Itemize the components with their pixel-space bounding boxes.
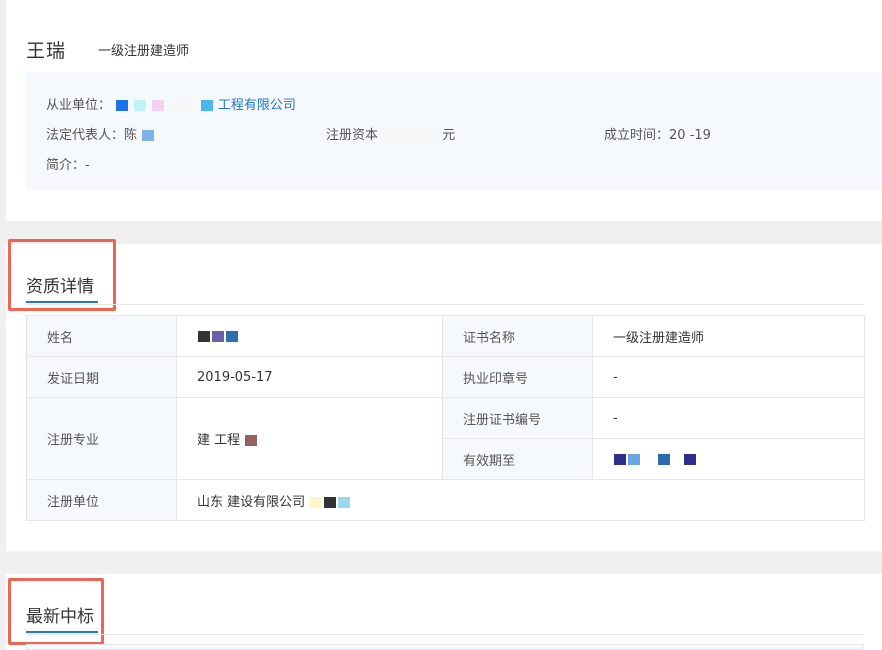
redacted-block [338, 496, 351, 508]
section-divider [26, 634, 864, 635]
intro-value: - [85, 158, 90, 173]
cert-no-label: 注册证书编号 [442, 397, 593, 439]
major-value-text: 建 工程 [197, 433, 241, 448]
name-value [176, 315, 443, 357]
redacted-block [672, 453, 682, 465]
person-title: 一级注册建造师 [98, 44, 190, 59]
redacted-block [245, 435, 258, 446]
legal-rep-value: 陈 [124, 128, 138, 143]
table-row: 注册单位 山东 建设有限公司 [26, 479, 865, 521]
intro-label: 简介： [46, 158, 86, 173]
founded-row: 成立时间：20 -19 [604, 124, 711, 143]
reg-unit-value: 山东 建设有限公司 [176, 479, 865, 521]
capital-row: 注册资本 元 [326, 124, 455, 143]
redacted-block [642, 453, 656, 465]
employer-label: 从业单位： [46, 98, 112, 113]
redacted-block [152, 100, 165, 111]
person-name: 王瑞 [26, 40, 67, 62]
seal-no-value: - [592, 356, 865, 398]
section-divider [26, 304, 864, 305]
cert-no-value: - [592, 397, 865, 439]
cert-name-value: 一级注册建造师 [592, 315, 865, 357]
redacted-block [212, 330, 224, 342]
redacted-block [324, 496, 337, 508]
employer-row: 从业单位： 工程有限公司 [46, 94, 296, 113]
issue-date-label: 发证日期 [26, 356, 177, 398]
table-row: 姓名 证书名称 一级注册建造师 [26, 315, 865, 357]
table-row: 发证日期 2019-05-17 执业印章号 - [26, 356, 865, 398]
table-row: 注册专业 建 工程 注册证书编号 - [26, 397, 865, 480]
redacted-block [310, 496, 323, 508]
valid-until-label: 有效期至 [442, 438, 593, 480]
capital-value: 元 [442, 128, 456, 143]
redacted-block [134, 100, 147, 111]
redacted-block [116, 100, 129, 111]
redacted-block [198, 330, 210, 342]
company-info-panel: 从业单位： 工程有限公司 法定代表人：陈 注册资本 元 成立时间：20 -19 … [26, 72, 882, 190]
redacted-block [142, 130, 155, 141]
redacted-block [684, 453, 696, 465]
bids-table-header [26, 644, 864, 650]
employer-link[interactable]: 工程有限公司 [218, 98, 296, 113]
founded-label: 成立时间： [604, 128, 670, 143]
qualification-card: 资质详情 姓名 证书名称 一级注册建造师 发证日期 2019-05-17 执业印… [6, 239, 882, 551]
redacted-block [614, 453, 626, 465]
capital-label: 注册资本 [326, 128, 379, 143]
legal-rep-label: 法定代表人： [46, 128, 125, 143]
legal-rep-row: 法定代表人：陈 [46, 124, 155, 143]
cert-name-label: 证书名称 [442, 315, 593, 357]
major-value: 建 工程 [176, 397, 443, 480]
redacted-block [170, 100, 195, 111]
seal-no-label: 执业印章号 [442, 356, 593, 398]
profile-card: 王瑞 一级注册建造师 从业单位： 工程有限公司 法定代表人：陈 注册资本 元 成… [6, 0, 882, 221]
redacted-block [383, 130, 438, 141]
highlight-frame [8, 239, 116, 311]
bids-card: 最新中标 [6, 574, 882, 650]
valid-until-value [592, 438, 865, 480]
issue-date-value: 2019-05-17 [176, 356, 443, 398]
reg-unit-label: 注册单位 [26, 479, 177, 521]
redacted-block [226, 330, 238, 342]
reg-unit-text: 山东 建设有限公司 [197, 494, 306, 510]
redacted-block [658, 453, 670, 465]
intro-row: 简介：- [46, 154, 90, 173]
name-label: 姓名 [26, 315, 177, 357]
redacted-block [628, 453, 640, 465]
qualification-table: 姓名 证书名称 一级注册建造师 发证日期 2019-05-17 执业印章号 - … [26, 315, 865, 521]
redacted-block [200, 100, 213, 111]
major-label: 注册专业 [26, 397, 177, 480]
founded-value: 20 -19 [669, 128, 711, 143]
